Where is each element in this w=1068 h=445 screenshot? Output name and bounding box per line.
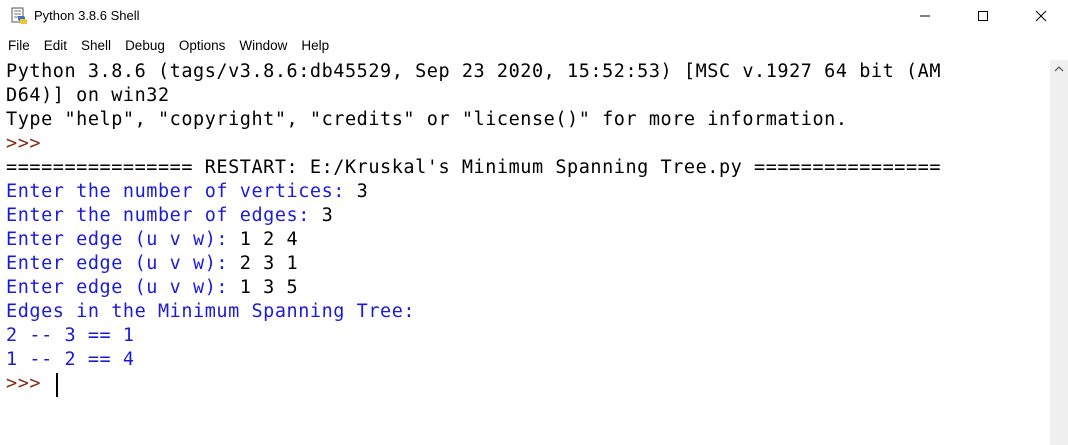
close-button[interactable] — [1018, 0, 1064, 32]
text-cursor — [56, 373, 58, 397]
user-input-text: 3 — [321, 205, 334, 226]
menu-options[interactable]: Options — [172, 35, 233, 57]
menu-debug[interactable]: Debug — [118, 35, 172, 57]
menu-file[interactable]: File — [0, 35, 37, 57]
menu-window[interactable]: Window — [232, 35, 294, 57]
menu-edit[interactable]: Edit — [37, 35, 74, 57]
menu-shell[interactable]: Shell — [74, 35, 118, 57]
mst-edge-line: 1 -- 2 == 4 — [6, 349, 135, 370]
close-icon — [1035, 10, 1047, 22]
user-input-text: 2 3 1 — [239, 253, 299, 274]
banner-line-3: Type "help", "copyright", "credits" or "… — [6, 109, 848, 130]
input-prompt-text: Enter edge (u v w): — [6, 253, 240, 274]
input-prompt-text: Enter edge (u v w): — [6, 277, 240, 298]
input-line-edges: Enter the number of edges: 3 — [6, 204, 333, 228]
title-bar[interactable]: Python 3.8.6 Shell — [0, 0, 1068, 32]
input-line-edge-1: Enter edge (u v w): 1 2 4 — [6, 228, 298, 252]
chevron-up-icon — [1054, 66, 1064, 72]
input-line-edge-3: Enter edge (u v w): 1 3 5 — [6, 276, 298, 300]
idle-shell-window: Python 3.8.6 Shell File Edit Shell Debug… — [0, 0, 1068, 445]
minimize-icon — [920, 15, 930, 17]
banner-line-2: D64)] on win32 — [6, 85, 170, 106]
maximize-icon — [978, 11, 988, 21]
input-prompt-text: Enter the number of edges: — [6, 205, 322, 226]
scroll-up-button[interactable] — [1050, 60, 1068, 78]
shell-prompt-current: >>> — [6, 373, 53, 394]
menu-bar: File Edit Shell Debug Options Window Hel… — [0, 35, 1068, 57]
restart-line: ================ RESTART: E:/Kruskal's M… — [6, 157, 942, 178]
banner-line-1: Python 3.8.6 (tags/v3.8.6:db45529, Sep 2… — [6, 61, 942, 82]
shell-prompt: >>> — [6, 133, 53, 154]
menu-help[interactable]: Help — [294, 35, 336, 57]
user-input-text: 1 3 5 — [239, 277, 299, 298]
scroll-thumb[interactable] — [1055, 80, 1063, 400]
user-input-text: 3 — [356, 181, 369, 202]
minimize-button[interactable] — [902, 0, 948, 32]
vertical-scrollbar[interactable] — [1050, 60, 1068, 445]
user-input-text: 1 2 4 — [239, 229, 299, 250]
shell-text-area[interactable]: Python 3.8.6 (tags/v3.8.6:db45529, Sep 2… — [0, 60, 1050, 445]
input-prompt-text: Enter the number of vertices: — [6, 181, 357, 202]
maximize-button[interactable] — [960, 0, 1006, 32]
input-line-vertices: Enter the number of vertices: 3 — [6, 180, 368, 204]
input-prompt-text: Enter edge (u v w): — [6, 229, 240, 250]
mst-edge-line: 2 -- 3 == 1 — [6, 325, 135, 346]
window-title: Python 3.8.6 Shell — [34, 8, 140, 23]
python-idle-icon — [10, 7, 28, 25]
input-line-edge-2: Enter edge (u v w): 2 3 1 — [6, 252, 298, 276]
mst-heading-line: Edges in the Minimum Spanning Tree: — [6, 301, 416, 322]
